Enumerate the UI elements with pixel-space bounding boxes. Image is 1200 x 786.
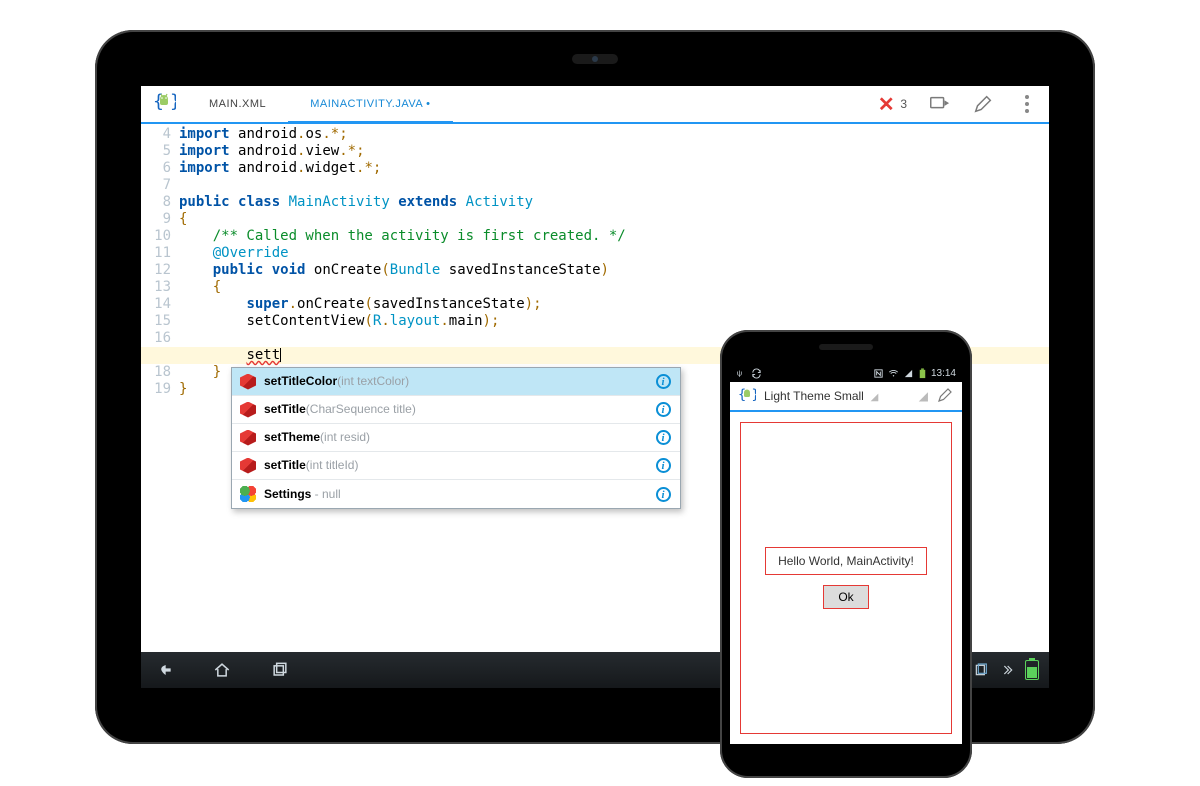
info-icon[interactable]: i — [654, 401, 672, 418]
code-line[interactable]: { — [179, 211, 1049, 228]
code-line[interactable]: /** Called when the activity is first cr… — [179, 228, 1049, 245]
completion-item-3[interactable]: setTitle(int titleId) i — [232, 452, 680, 480]
aide-logo: { } — [141, 86, 187, 122]
code-line[interactable]: { — [179, 279, 1049, 296]
completion-item-1[interactable]: setTitle(CharSequence title) i — [232, 396, 680, 424]
editor-tab-1[interactable]: MAINACTIVITY.JAVA • — [288, 86, 452, 122]
code-line[interactable]: import android.view.*; — [179, 143, 1049, 160]
info-icon[interactable]: i — [654, 486, 672, 503]
code-line[interactable] — [179, 177, 1049, 194]
method-icon — [240, 374, 256, 390]
editor-appbar: { } MAIN.XMLMAINACTIVITY.JAVA • ✕ 3 — [141, 86, 1049, 124]
ok-button[interactable]: Ok — [823, 585, 868, 609]
code-line[interactable]: import android.os.*; — [179, 126, 1049, 143]
code-line[interactable]: super.onCreate(savedInstanceState); — [179, 296, 1049, 313]
completion-item-0[interactable]: setTitleColor(int textColor) i — [232, 368, 680, 396]
class-icon — [240, 486, 256, 502]
svg-text:}: } — [170, 91, 176, 112]
phone-screen: ψ 13:14 { } Light Theme Sm — [730, 364, 962, 744]
phone-preview-body: Hello World, MainActivity! Ok — [730, 412, 962, 744]
code-line[interactable]: @Override — [179, 245, 1049, 262]
error-x-icon: ✕ — [878, 92, 895, 117]
completion-label: setTitleColor(int textColor) — [264, 373, 646, 390]
overflow-menu[interactable] — [1005, 86, 1049, 122]
method-icon — [240, 430, 256, 446]
nav-home-button[interactable] — [209, 657, 235, 683]
code-line[interactable]: public void onCreate(Bundle savedInstanc… — [179, 262, 1049, 279]
chevron-right-icon — [999, 662, 1015, 678]
run-button[interactable] — [917, 86, 961, 122]
code-line[interactable]: public class MainActivity extends Activi… — [179, 194, 1049, 211]
editor-tab-0[interactable]: MAIN.XML — [187, 86, 288, 122]
layout-root-outline[interactable]: Hello World, MainActivity! Ok — [740, 422, 952, 734]
info-icon[interactable]: i — [654, 457, 672, 474]
info-icon[interactable]: i — [654, 429, 672, 446]
info-icon[interactable]: i — [654, 373, 672, 390]
method-icon — [240, 458, 256, 474]
completion-popup[interactable]: setTitleColor(int textColor)isetTitle(Ch… — [231, 367, 681, 509]
code-line[interactable]: import android.widget.*; — [179, 160, 1049, 177]
method-icon — [240, 402, 256, 418]
code-line[interactable]: setContentView(R.layout.main); — [179, 313, 1049, 330]
nav-recents-button[interactable] — [267, 657, 293, 683]
tablet-camera — [572, 54, 618, 64]
completion-item-4[interactable]: Settings - null i — [232, 480, 680, 508]
battery-icon — [1025, 660, 1039, 680]
hello-textview[interactable]: Hello World, MainActivity! — [765, 547, 927, 575]
edit-button[interactable] — [961, 86, 1005, 122]
overflow-icon — [1025, 95, 1029, 113]
nav-back-button[interactable] — [151, 657, 177, 683]
line-gutter: 45678910111213141516171819 — [141, 124, 179, 652]
completion-label: Settings - null — [264, 486, 646, 503]
screenshot-icon — [973, 662, 989, 678]
completion-label: setTitle(int titleId) — [264, 457, 646, 474]
code-line[interactable] — [179, 330, 1049, 347]
text-caret — [280, 348, 281, 362]
error-count: 3 — [900, 97, 917, 111]
code-line[interactable]: sett — [179, 347, 1049, 364]
completion-item-2[interactable]: setTheme(int resid) i — [232, 424, 680, 452]
completion-label: setTheme(int resid) — [264, 429, 646, 446]
completion-label: setTitle(CharSequence title) — [264, 401, 646, 418]
